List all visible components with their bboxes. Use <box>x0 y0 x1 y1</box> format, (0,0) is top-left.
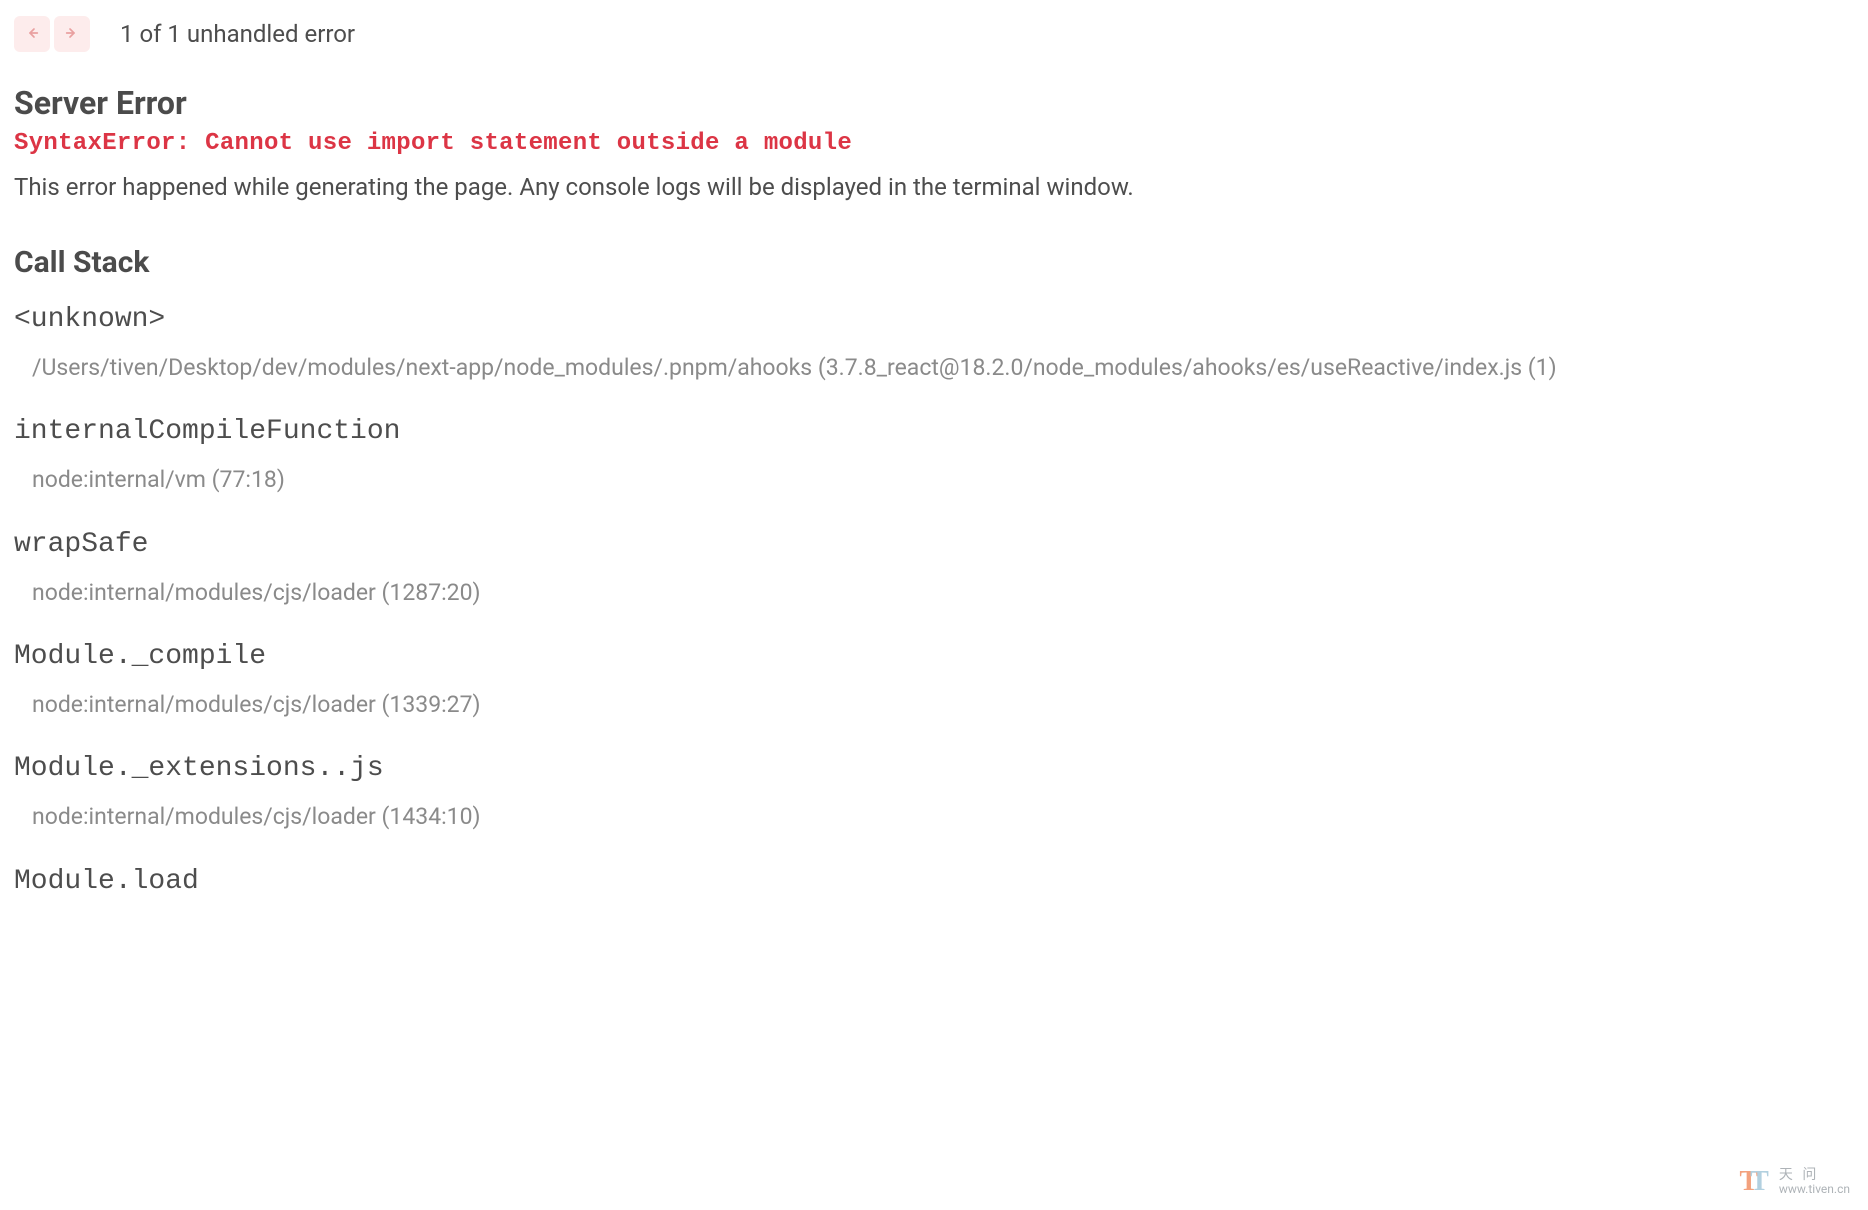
stack-frame-location: node:internal/vm (77:18) <box>14 463 1854 496</box>
stack-frame: Module._compile node:internal/modules/cjs… <box>14 641 1854 721</box>
stack-frame-method: Module.load <box>14 866 1854 897</box>
stack-frame-location: node:internal/modules/cjs/loader (1434:1… <box>14 800 1854 833</box>
watermark: TT 天 问 www.tiven.cn <box>1739 1166 1850 1198</box>
error-heading: Server Error <box>14 84 1854 122</box>
stack-frame: wrapSafe node:internal/modules/cjs/loader… <box>14 529 1854 609</box>
watermark-logo-icon: TT <box>1739 1166 1768 1198</box>
stack-frame-location: node:internal/modules/cjs/loader (1287:2… <box>14 576 1854 609</box>
error-description: This error happened while generating the… <box>14 169 1854 205</box>
stack-frame: Module.load <box>14 866 1854 897</box>
stack-frame-method: <unknown> <box>14 304 1854 335</box>
callstack-heading: Call Stack <box>14 245 1854 280</box>
stack-frame-location: node:internal/modules/cjs/loader (1339:2… <box>14 688 1854 721</box>
watermark-url: www.tiven.cn <box>1779 1183 1850 1196</box>
arrow-left-icon <box>24 25 40 44</box>
watermark-text: 天 问 www.tiven.cn <box>1779 1168 1850 1197</box>
stack-frame-method: internalCompileFunction <box>14 416 1854 447</box>
stack-frame-location: /Users/tiven/Desktop/dev/modules/next-ap… <box>14 351 1854 384</box>
stack-frame: internalCompileFunction node:internal/vm … <box>14 416 1854 496</box>
prev-error-button[interactable] <box>14 16 50 52</box>
error-counter: 1 of 1 unhandled error <box>120 20 355 48</box>
error-title: SyntaxError: Cannot use import statement… <box>14 130 1854 157</box>
next-error-button[interactable] <box>54 16 90 52</box>
arrow-right-icon <box>64 25 80 44</box>
callstack-list: <unknown> /Users/tiven/Desktop/dev/module… <box>14 304 1854 897</box>
stack-frame: <unknown> /Users/tiven/Desktop/dev/module… <box>14 304 1854 384</box>
watermark-title: 天 问 <box>1779 1168 1850 1183</box>
stack-frame: Module._extensions..js node:internal/modu… <box>14 753 1854 833</box>
stack-frame-method: wrapSafe <box>14 529 1854 560</box>
stack-frame-method: Module._compile <box>14 641 1854 672</box>
error-nav-row: 1 of 1 unhandled error <box>14 16 1854 52</box>
stack-frame-method: Module._extensions..js <box>14 753 1854 784</box>
